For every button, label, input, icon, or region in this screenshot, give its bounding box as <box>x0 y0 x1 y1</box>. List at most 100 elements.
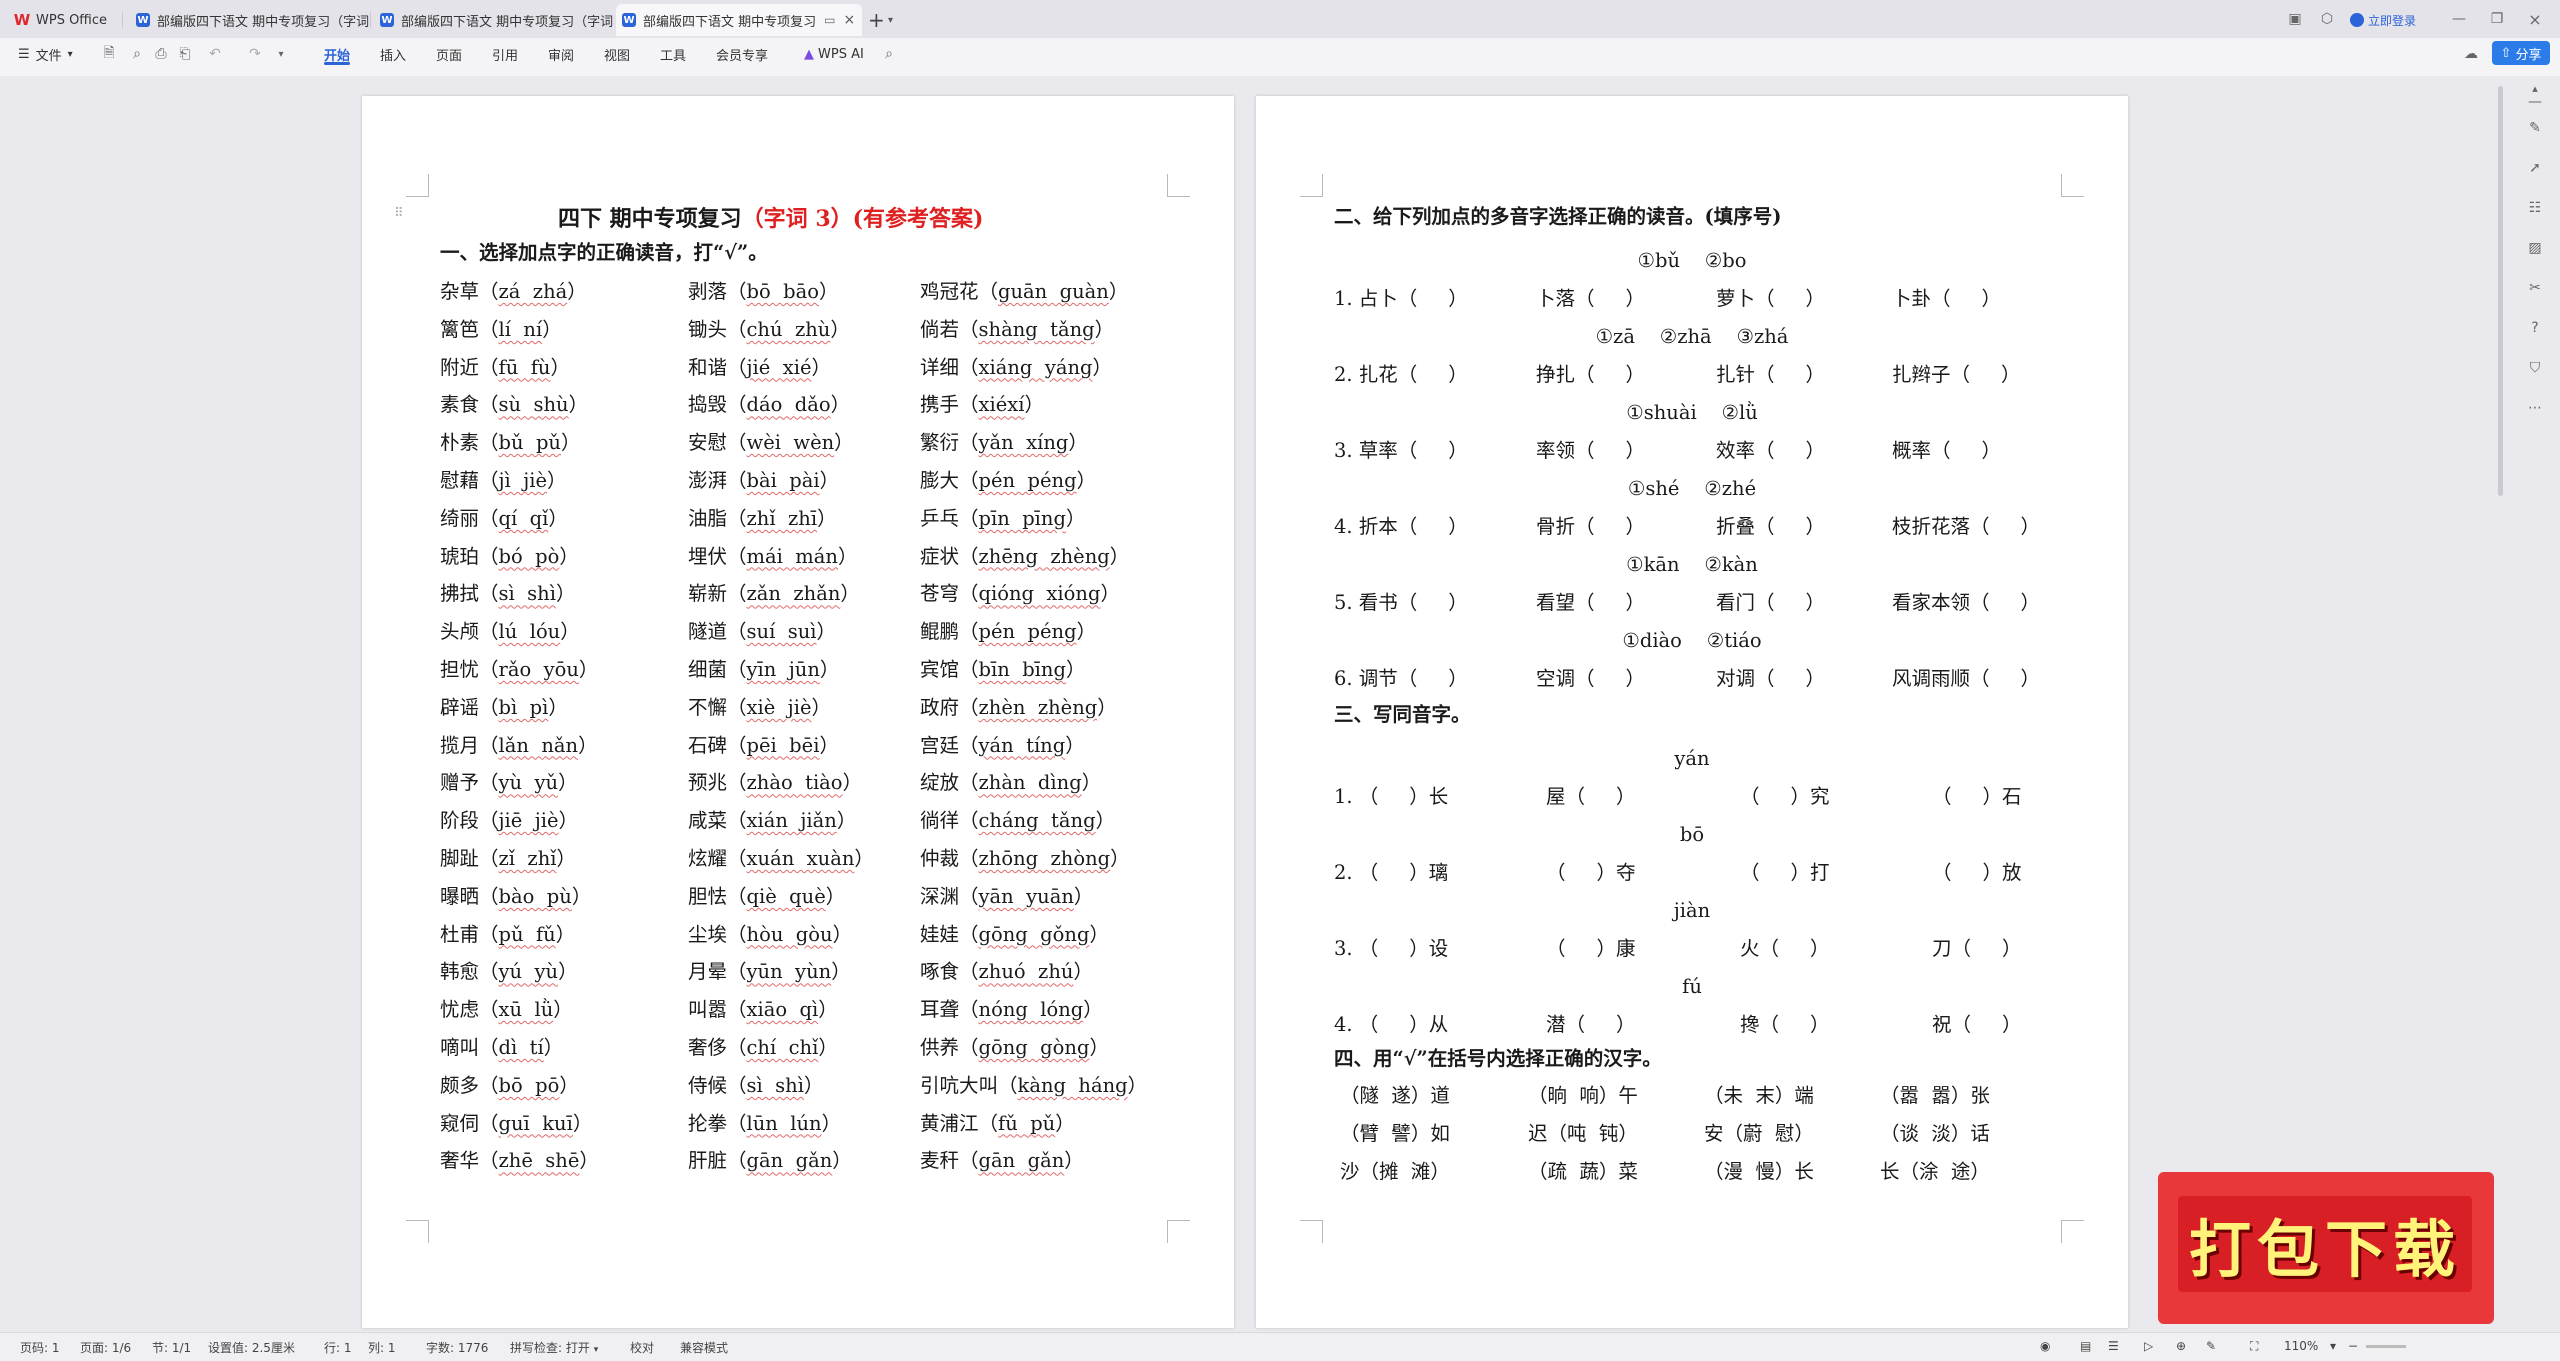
zoom-dropdown-icon[interactable]: ▾ <box>2330 1339 2336 1353</box>
drag-handle-icon[interactable]: ⠿ <box>394 206 404 221</box>
pinyin-options: yūn yùn <box>746 960 832 984</box>
pinyin-choice-item: 朴素（bǔ pǔ） <box>440 430 581 456</box>
search-icon[interactable]: ⌕ <box>880 45 898 63</box>
cube-icon[interactable]: ⬡ <box>2318 10 2336 28</box>
pinyin-choice-item: 徜徉（cháng tǎng） <box>920 808 1115 834</box>
cloud-icon[interactable]: ☁ <box>2462 45 2480 63</box>
tab-references[interactable]: 引用 <box>492 38 518 70</box>
status-word-count[interactable]: 字数: 1776 <box>426 1339 488 1356</box>
outline-view-icon[interactable]: ☰ <box>2108 1339 2119 1353</box>
zoom-out-icon[interactable]: − <box>2348 1339 2358 1353</box>
redo-icon[interactable]: ↷ <box>246 45 264 63</box>
pinyin-options: xuán xuàn <box>746 847 855 870</box>
homophone-item: 搀（ ） <box>1740 1013 1830 1036</box>
tab-insert[interactable]: 插入 <box>380 38 406 70</box>
pinyin-options: gōng gòng <box>978 1036 1090 1059</box>
tab-member[interactable]: 会员专享 <box>716 38 768 70</box>
print-icon[interactable]: ⎙ <box>152 45 170 63</box>
pinyin-choice-item: 详细（xiáng yáng） <box>920 355 1112 381</box>
closing-paren: ） <box>819 658 840 681</box>
status-page[interactable]: 页码: 1 <box>20 1339 60 1356</box>
status-section[interactable]: 节: 1/1 <box>152 1339 191 1356</box>
collapse-icon[interactable]: — <box>2526 94 2544 112</box>
pinyin-choice-item: 宫廷（yán tíng） <box>920 733 1085 759</box>
play-icon[interactable]: ▷ <box>2144 1339 2153 1353</box>
pinyin-choice-item: 麦秆（gān gǎn） <box>920 1148 1084 1174</box>
select-cursor-icon[interactable]: ➚ <box>2526 160 2544 178</box>
more-icon[interactable]: ⋯ <box>2526 400 2544 418</box>
tab-view[interactable]: 视图 <box>604 38 630 70</box>
word: 引吭大叫（ <box>920 1073 1018 1097</box>
pinyin-options: zhèn zhèng <box>978 695 1098 719</box>
status-setting[interactable]: 设置值: 2.5厘米 <box>208 1339 295 1356</box>
word: 素食（ <box>440 393 499 417</box>
fit-page-icon[interactable]: ⛶ <box>2250 1339 2258 1354</box>
web-view-icon[interactable]: ⊕ <box>2176 1339 2186 1353</box>
quick-access-chevron-icon[interactable]: ▾ <box>272 45 290 63</box>
image-icon[interactable]: ▨ <box>2526 240 2544 258</box>
character-choice-item: （隧 遂）道 <box>1340 1084 1450 1107</box>
zoom-level[interactable]: 110% <box>2284 1339 2318 1353</box>
shirt-icon[interactable]: ⛉ <box>2526 360 2544 378</box>
share-button[interactable]: ⇧ 分享 <box>2492 41 2550 65</box>
word: 政府（ <box>920 695 979 719</box>
undo-icon[interactable]: ↶ <box>206 45 224 63</box>
character-choice-item: （晌 响）午 <box>1528 1084 1638 1107</box>
minimize-icon[interactable]: — <box>2450 10 2468 28</box>
document-page-2[interactable]: 二、给下列加点的多音字选择正确的读音。(填序号) ①bǔ ②bo 1. 占卜（ ）… <box>1256 96 2128 1328</box>
close-icon[interactable]: × <box>2526 10 2544 29</box>
status-pages[interactable]: 页面: 1/6 <box>80 1339 131 1356</box>
adjust-icon[interactable]: ☷ <box>2526 200 2544 218</box>
status-spell-check[interactable]: 拼写检查: 打开 ▾ <box>510 1339 598 1356</box>
pen-icon[interactable]: ✎ <box>2206 1339 2216 1353</box>
word: 症状（ <box>920 544 979 568</box>
edit-pen-icon[interactable]: ✎ <box>2526 120 2544 138</box>
window-layout-icon[interactable]: ▣ <box>2286 10 2304 28</box>
tools-icon[interactable]: ✂ <box>2526 280 2544 298</box>
login-button[interactable]: 立即登录 <box>2350 4 2416 36</box>
save-icon[interactable]: 🗎 <box>100 45 118 63</box>
wps-ai-button[interactable]: ▲ WPS AI <box>804 38 864 70</box>
tab-label: WPS Office <box>36 12 108 28</box>
file-menu[interactable]: ☰ 文件 ▾ <box>18 38 73 70</box>
active-tab-indicator <box>324 62 350 65</box>
pinyin-options: dì tí <box>498 1036 544 1059</box>
tab-document-3-active[interactable]: W 部编版四下语文 期中专项复习 ▭ × <box>616 4 862 36</box>
tab-page[interactable]: 页面 <box>436 38 462 70</box>
status-row[interactable]: 行: 1 <box>324 1339 352 1356</box>
closing-paren: ） <box>818 280 839 303</box>
document-page-1[interactable]: ⠿ 四下 期中专项复习（字词 3）(有参考答案) 一、选择加点字的正确读音，打“… <box>362 96 1234 1328</box>
tab-home[interactable]: 开始 <box>324 38 350 70</box>
closing-paren: ） <box>558 809 579 833</box>
closing-paren: ） <box>1094 317 1115 341</box>
restore-icon[interactable]: ❐ <box>2488 10 2506 28</box>
eye-icon[interactable]: ◉ <box>2040 1339 2050 1353</box>
zoom-slider[interactable] <box>2366 1345 2406 1348</box>
tab-wps-office[interactable]: W WPS Office <box>14 4 107 36</box>
closing-paren: ） <box>558 771 578 795</box>
pinyin-options-line: ①zā ②zhā ③zhá <box>1595 325 1789 348</box>
download-banner[interactable]: 打包下载 <box>2158 1172 2494 1324</box>
tab-document-2[interactable]: W 部编版四下语文 期中专项复习（字词 <box>380 4 613 36</box>
closing-paren: ） <box>578 658 599 681</box>
status-col[interactable]: 列: 1 <box>368 1339 396 1356</box>
tab-document-1[interactable]: W 部编版四下语文 期中专项复习（字词 <box>136 4 369 36</box>
page-view-icon[interactable]: ▤ <box>2080 1339 2091 1353</box>
vertical-scrollbar[interactable] <box>2498 86 2503 496</box>
pinyin-choice-item: 鲲鹏（pén péng） <box>920 619 1096 645</box>
status-compat-mode[interactable]: 兼容模式 <box>680 1339 728 1356</box>
chevron-down-icon[interactable]: ▾ <box>888 4 893 36</box>
status-proofread[interactable]: 校对 <box>630 1339 654 1356</box>
tab-tools[interactable]: 工具 <box>660 38 686 70</box>
closing-paren: ） <box>817 506 837 530</box>
word: 侍候（ <box>688 1073 747 1097</box>
closing-paren: ） <box>1073 960 1093 984</box>
tab-review[interactable]: 审阅 <box>548 38 574 70</box>
new-tab-button[interactable]: + <box>868 4 885 36</box>
search-replace-icon[interactable]: ⌕ <box>128 45 146 63</box>
help-icon[interactable]: ? <box>2526 320 2544 338</box>
close-tab-icon[interactable]: × <box>843 12 855 28</box>
print-preview-icon[interactable]: ⎗ <box>176 45 194 63</box>
closing-paren: ） <box>548 695 568 719</box>
pinyin-choice-item: 症状（zhēng zhèng） <box>920 544 1129 570</box>
